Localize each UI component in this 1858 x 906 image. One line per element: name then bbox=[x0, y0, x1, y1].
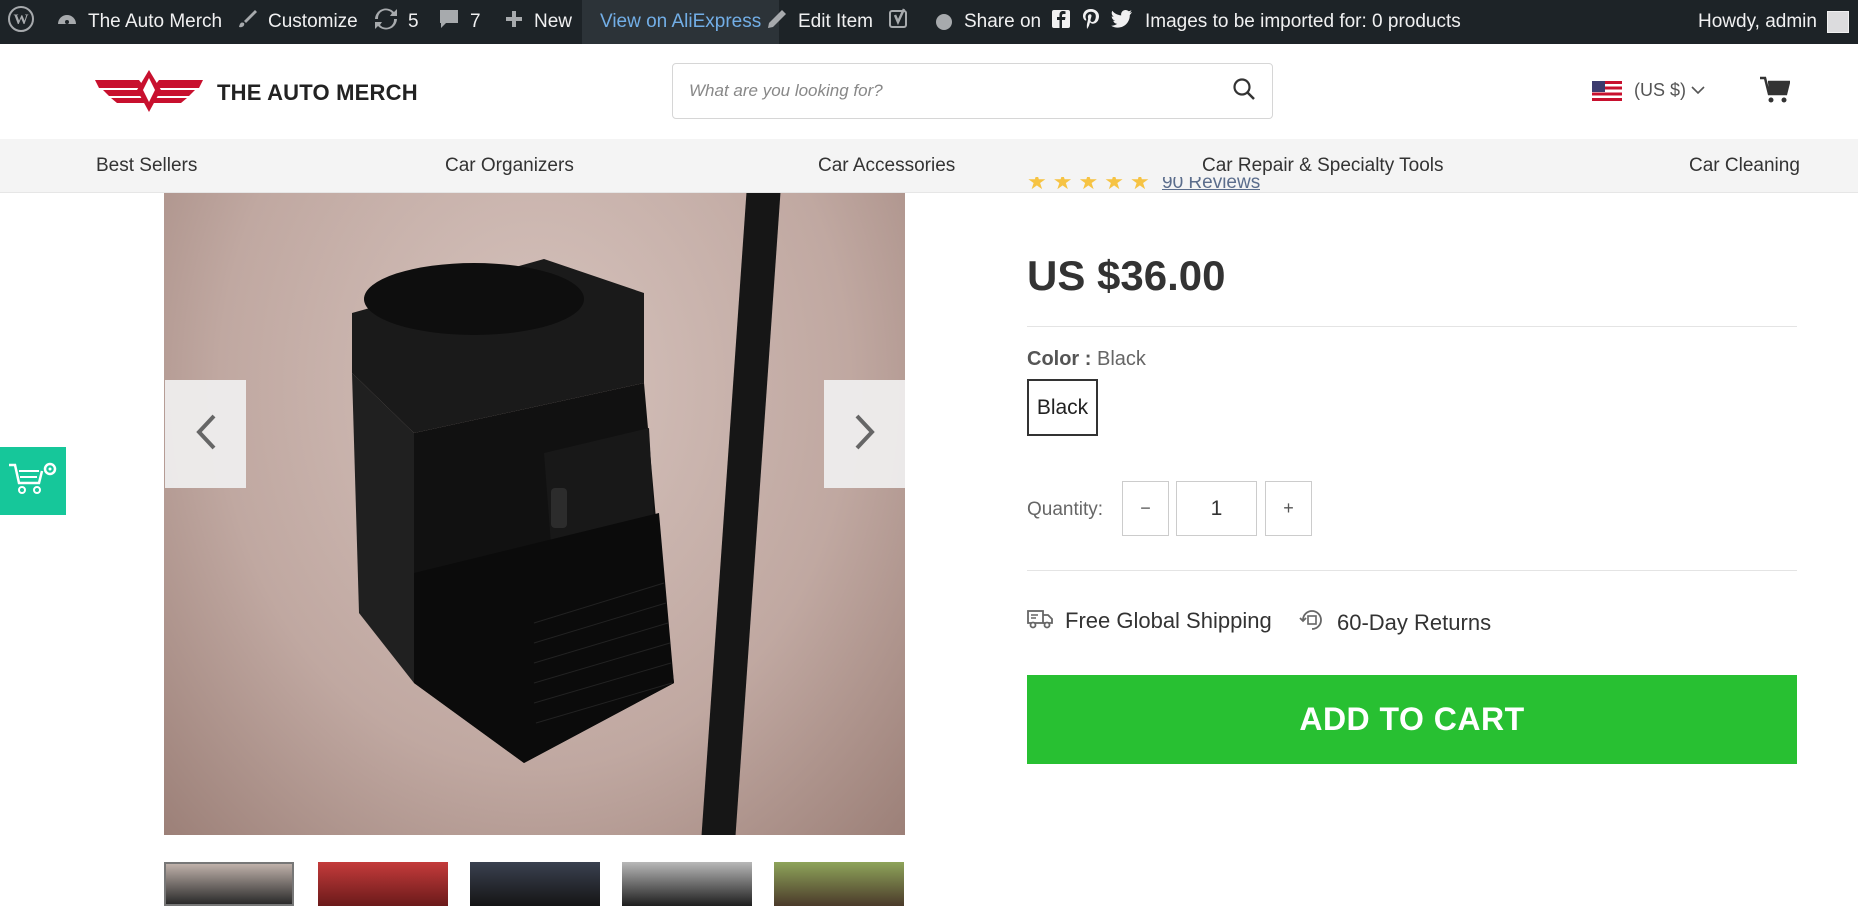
plus-icon bbox=[504, 9, 524, 35]
wordpress-menu[interactable]: W bbox=[8, 0, 34, 44]
currency-selector[interactable]: (US $) bbox=[1592, 80, 1706, 101]
reviews-link[interactable]: 90 Reviews bbox=[1162, 177, 1260, 193]
quantity-input[interactable] bbox=[1176, 481, 1257, 536]
thumbnail-2[interactable] bbox=[318, 862, 448, 906]
pinterest-icon[interactable] bbox=[1081, 8, 1101, 36]
quantity-label: Quantity: bbox=[1027, 499, 1104, 520]
nav-item-car-accessories[interactable]: Car Accessories bbox=[818, 139, 955, 193]
cart-icon[interactable] bbox=[1760, 76, 1791, 109]
new-label: New bbox=[534, 11, 573, 32]
search-icon[interactable] bbox=[1232, 77, 1256, 106]
updates-count: 5 bbox=[408, 11, 419, 32]
site-logo[interactable]: THE AUTO MERCH bbox=[95, 68, 418, 117]
greeting-label: Howdy, admin bbox=[1698, 11, 1817, 32]
add-to-cart-button[interactable]: ADD TO CART bbox=[1027, 675, 1797, 764]
comment-icon bbox=[438, 8, 460, 36]
site-name-menu[interactable]: The Auto Merch bbox=[56, 0, 222, 44]
thumbnail-1[interactable] bbox=[164, 862, 294, 906]
new-content-menu[interactable]: New bbox=[504, 0, 572, 44]
nav-item-car-organizers[interactable]: Car Organizers bbox=[445, 139, 574, 193]
search-input[interactable] bbox=[689, 81, 1232, 101]
thumbnail-4[interactable] bbox=[622, 862, 752, 906]
dashboard-icon bbox=[56, 8, 78, 36]
view-on-aliexpress-label: View on AliExpress bbox=[600, 11, 762, 32]
share-on-menu[interactable]: Share on bbox=[964, 0, 1133, 44]
trash-bag-illustration bbox=[352, 259, 674, 763]
chevron-right-icon bbox=[853, 412, 877, 457]
yoast-icon bbox=[888, 7, 912, 37]
product-price: US $36.00 bbox=[1027, 252, 1226, 299]
admin-bar: W The Auto Merch Customize 5 7 New View … bbox=[0, 0, 1858, 44]
site-name-label: The Auto Merch bbox=[88, 11, 223, 32]
returns-icon bbox=[1299, 607, 1325, 639]
refresh-icon bbox=[374, 8, 398, 36]
account-menu[interactable]: Howdy, admin bbox=[1698, 0, 1849, 44]
product-image-gallery[interactable] bbox=[164, 193, 905, 835]
us-flag-icon bbox=[1592, 80, 1622, 101]
view-on-aliexpress-link[interactable]: View on AliExpress bbox=[582, 0, 780, 44]
thumbnail-3[interactable] bbox=[470, 862, 600, 906]
shipping-feature: Free Global Shipping bbox=[1027, 607, 1272, 635]
comments-link[interactable]: 7 bbox=[438, 0, 481, 44]
chevron-left-icon bbox=[194, 412, 218, 457]
cart-settings-icon bbox=[7, 459, 59, 504]
import-status-label: Images to be imported for: 0 products bbox=[1145, 11, 1461, 32]
customize-link[interactable]: Customize bbox=[236, 0, 358, 44]
color-value: Black bbox=[1097, 348, 1146, 370]
quantity-decrease-button[interactable]: − bbox=[1122, 481, 1169, 536]
rating-stars: ★ ★ ★ ★ ★ bbox=[1027, 177, 1150, 193]
wordpress-icon: W bbox=[8, 6, 34, 38]
divider bbox=[1027, 570, 1797, 571]
comments-count: 7 bbox=[470, 11, 481, 32]
chevron-down-icon bbox=[1690, 80, 1706, 101]
import-status[interactable]: Images to be imported for: 0 products bbox=[1145, 0, 1461, 44]
star-icon: ★ bbox=[1104, 177, 1124, 193]
shipping-label: Free Global Shipping bbox=[1065, 608, 1272, 633]
thumbnail-strip bbox=[164, 862, 905, 906]
quantity-increase-button[interactable]: + bbox=[1265, 481, 1312, 536]
import-tool-button[interactable] bbox=[0, 447, 66, 515]
edit-item-label: Edit Item bbox=[798, 11, 873, 32]
thumbnail-5[interactable] bbox=[774, 862, 904, 906]
nav-item-best-sellers[interactable]: Best Sellers bbox=[96, 139, 197, 193]
brush-icon bbox=[236, 8, 258, 36]
star-icon: ★ bbox=[1129, 177, 1150, 193]
color-swatch-black[interactable]: Black bbox=[1027, 379, 1098, 436]
gallery-prev-button[interactable] bbox=[165, 380, 246, 488]
avatar bbox=[1826, 11, 1849, 33]
facebook-icon[interactable] bbox=[1051, 9, 1071, 35]
updates-link[interactable]: 5 bbox=[374, 0, 419, 44]
pencil-icon bbox=[766, 8, 788, 36]
star-icon: ★ bbox=[1027, 177, 1047, 193]
star-icon: ★ bbox=[1078, 177, 1099, 193]
yoast-seo-menu[interactable] bbox=[888, 0, 952, 44]
search-box bbox=[672, 63, 1273, 119]
color-label: Color : Black bbox=[1027, 348, 1146, 371]
currency-label: (US $) bbox=[1634, 80, 1687, 100]
returns-label: 60-Day Returns bbox=[1337, 610, 1492, 635]
winged-logo-icon bbox=[95, 68, 203, 117]
edit-item-link[interactable]: Edit Item bbox=[766, 0, 873, 44]
color-label-key: Color : bbox=[1027, 348, 1092, 370]
main-nav: Best Sellers Car Organizers Car Accessor… bbox=[0, 139, 1858, 193]
share-on-label: Share on bbox=[964, 11, 1042, 32]
twitter-icon[interactable] bbox=[1111, 9, 1133, 35]
divider bbox=[1027, 326, 1797, 327]
truck-icon bbox=[1027, 607, 1053, 635]
customize-label: Customize bbox=[268, 11, 358, 32]
gallery-next-button[interactable] bbox=[824, 380, 905, 488]
returns-feature: 60-Day Returns bbox=[1299, 607, 1491, 639]
logo-text: THE AUTO MERCH bbox=[217, 79, 418, 105]
nav-item-car-cleaning[interactable]: Car Cleaning bbox=[1689, 139, 1800, 193]
status-dot-icon bbox=[936, 14, 952, 30]
star-icon: ★ bbox=[1052, 177, 1073, 193]
svg-text:W: W bbox=[14, 12, 29, 28]
